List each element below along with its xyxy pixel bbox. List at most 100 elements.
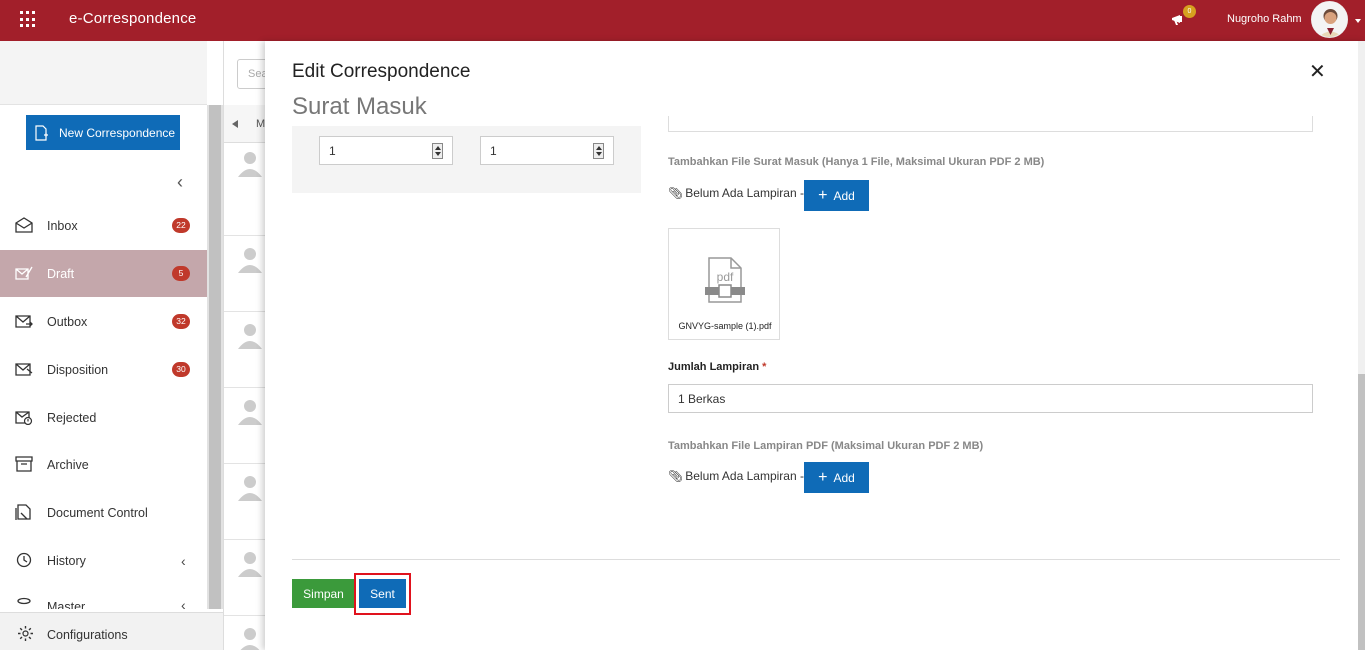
pdf-file-name: GNVYG-sample (1).pdf	[678, 321, 772, 331]
close-icon[interactable]: ✕	[1309, 59, 1326, 84]
no-attachment-text: Belum Ada Lampiran -	[685, 186, 804, 200]
no-attachment-line-2: 📎︎ Belum Ada Lampiran -	[668, 469, 804, 483]
no-attachment-text: Belum Ada Lampiran -	[685, 469, 804, 483]
scrollbar-thumb[interactable]	[1358, 374, 1365, 650]
footer-divider	[292, 559, 1340, 560]
number-input-value: 1	[490, 144, 497, 158]
number-input-1[interactable]: 1	[319, 136, 453, 165]
sidebar-item-label: History	[47, 553, 86, 568]
chevron-left-icon: ‹	[181, 597, 186, 609]
paperclip-icon: 📎︎	[668, 469, 684, 483]
triangle-left-icon[interactable]	[232, 120, 238, 128]
pdf-attachment-card[interactable]: pdf GNVYG-sample (1).pdf	[668, 228, 780, 340]
sidebar-item-configurations[interactable]: Configurations	[0, 612, 223, 650]
history-icon	[16, 552, 32, 568]
jumlah-lampiran-label: Jumlah Lampiran *	[668, 361, 766, 373]
number-input-value: 1	[329, 144, 336, 158]
no-attachment-line: 📎︎ Belum Ada Lampiran -	[668, 186, 804, 200]
notification-badge: 0	[1183, 5, 1196, 18]
scrollbar-thumb[interactable]	[209, 105, 221, 609]
panel-title: Edit Correspondence	[292, 61, 471, 82]
sidebar-item-outbox[interactable]: Outbox 32	[0, 298, 207, 345]
list-header-column: M	[256, 118, 266, 130]
panel-scrollbar[interactable]	[1358, 41, 1365, 650]
chevron-left-icon: ‹	[181, 552, 186, 569]
configurations-label: Configurations	[47, 628, 128, 642]
user-avatar[interactable]	[1311, 1, 1348, 38]
sidebar-item-disposition[interactable]: Disposition 30	[0, 346, 207, 393]
panel-subtitle: Surat Masuk	[292, 93, 427, 120]
archive-icon	[15, 456, 33, 472]
sent-button-highlight: Sent	[354, 573, 411, 615]
outbox-icon	[15, 315, 33, 328]
rejected-icon	[15, 411, 33, 425]
user-placeholder-icon	[238, 324, 262, 349]
sidebar: New Correspondence ‹ Inbox 22 Draft 5 Ou…	[0, 41, 207, 650]
user-placeholder-icon	[238, 552, 262, 577]
user-menu-caret-icon[interactable]	[1355, 19, 1361, 23]
outbox-count-badge: 32	[172, 314, 190, 329]
sidebar-item-archive[interactable]: Archive	[0, 441, 207, 488]
number-inputs-box: 1 1	[292, 126, 641, 193]
sidebar-item-label: Outbox	[47, 314, 88, 329]
sidebar-item-inbox[interactable]: Inbox 22	[0, 202, 207, 249]
plus-icon: +	[818, 468, 828, 486]
disposition-icon	[15, 363, 33, 376]
document-control-icon	[15, 504, 31, 520]
new-correspondence-button[interactable]: New Correspondence	[26, 115, 180, 150]
sidebar-item-label: Document Control	[47, 505, 148, 520]
sidebar-item-history[interactable]: History ‹	[0, 537, 207, 584]
previous-field[interactable]	[668, 116, 1313, 132]
add-lampiran-button[interactable]: + Add	[804, 462, 869, 493]
user-placeholder-icon	[238, 248, 262, 273]
sidebar-item-draft[interactable]: Draft 5	[0, 250, 207, 297]
pdf-file-icon: pdf	[705, 257, 745, 303]
new-correspondence-label: New Correspondence	[59, 125, 176, 140]
sidebar-item-label: Archive	[47, 457, 89, 472]
plus-icon: +	[818, 186, 828, 204]
apps-grid-icon[interactable]	[20, 11, 37, 28]
simpan-button[interactable]: Simpan	[292, 579, 355, 608]
sidebar-collapse-chevron-icon[interactable]: ‹	[177, 172, 183, 193]
app-title: e-Correspondence	[69, 10, 197, 27]
spinner-icon[interactable]	[432, 143, 443, 159]
master-icon	[17, 597, 31, 605]
inbox-icon	[15, 217, 33, 233]
user-placeholder-icon	[238, 476, 262, 501]
sidebar-header	[0, 41, 207, 105]
sent-button[interactable]: Sent	[359, 579, 406, 608]
jumlah-lampiran-input[interactable]: 1 Berkas	[668, 384, 1313, 413]
number-input-2[interactable]: 1	[480, 136, 614, 165]
sidebar-item-label: Master	[47, 600, 86, 609]
sidebar-item-rejected[interactable]: Rejected	[0, 394, 207, 441]
required-marker: *	[762, 361, 767, 373]
user-placeholder-icon	[238, 400, 262, 425]
paperclip-icon: 📎︎	[668, 186, 684, 200]
disposition-count-badge: 30	[172, 362, 190, 377]
sidebar-item-master[interactable]: Master ‹	[0, 585, 207, 609]
file-section-label: Tambahkan File Surat Masuk (Hanya 1 File…	[668, 156, 1045, 168]
spinner-icon[interactable]	[593, 143, 604, 159]
jumlah-lampiran-text: Jumlah Lampiran	[668, 361, 760, 373]
new-document-icon	[35, 124, 48, 141]
user-placeholder-icon	[238, 152, 262, 177]
draft-count-badge: 5	[172, 266, 190, 281]
sidebar-item-document-control[interactable]: Document Control	[0, 489, 207, 536]
sidebar-item-label: Disposition	[47, 362, 109, 377]
pdf-icon-text: pdf	[717, 270, 734, 284]
lampiran-section-label: Tambahkan File Lampiran PDF (Maksimal Uk…	[668, 440, 984, 452]
sidebar-item-label: Rejected	[47, 410, 97, 425]
top-bar: e-Correspondence 0 Nugroho Rahm	[0, 0, 1365, 41]
add-file-button[interactable]: + Add	[804, 180, 869, 211]
sidebar-item-label: Inbox	[47, 218, 78, 233]
sidebar-item-label: Draft	[47, 266, 75, 281]
user-name[interactable]: Nugroho Rahm	[1227, 13, 1302, 25]
sidebar-scrollbar[interactable]	[207, 105, 223, 609]
edit-correspondence-panel: Edit Correspondence ✕ Surat Masuk 1 1 Ta…	[265, 41, 1365, 650]
draft-icon	[15, 266, 33, 280]
user-placeholder-icon	[240, 628, 260, 650]
add-label: Add	[833, 188, 855, 203]
add-label: Add	[833, 470, 855, 485]
inbox-count-badge: 22	[172, 218, 190, 233]
gear-icon	[18, 626, 33, 641]
